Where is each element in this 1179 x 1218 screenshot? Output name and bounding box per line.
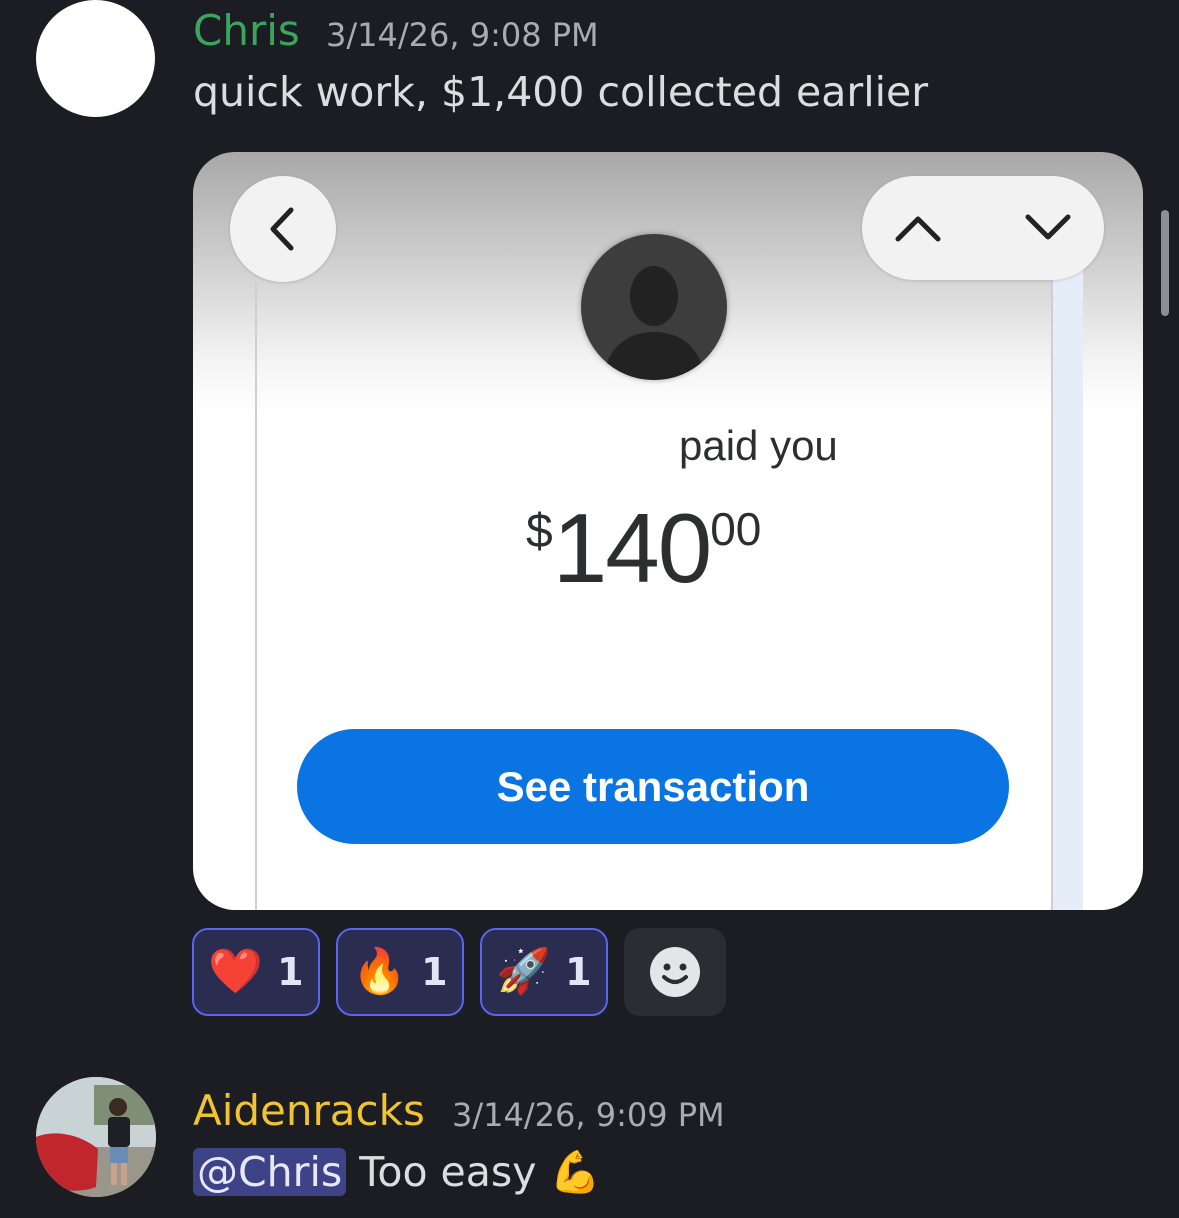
chevron-up-icon[interactable] bbox=[892, 202, 944, 254]
payer-profile-icon bbox=[581, 234, 727, 380]
paid-you-text: paid you bbox=[679, 422, 838, 469]
add-reaction-button[interactable] bbox=[624, 928, 726, 1016]
message-chris: Chris 3/14/26, 9:08 PM quick work, $1,40… bbox=[0, 0, 1179, 1030]
message-text: quick work, $1,400 collected earlier bbox=[193, 68, 929, 116]
heart-icon: ❤️ bbox=[208, 946, 264, 997]
timestamp: 3/14/26, 9:09 PM bbox=[452, 1096, 725, 1134]
chevron-down-icon[interactable] bbox=[1022, 202, 1074, 254]
message-aidenracks: Aidenracks 3/14/26, 9:09 PM @Chris Too e… bbox=[0, 1060, 1179, 1218]
reaction-heart[interactable]: ❤️ 1 bbox=[192, 928, 320, 1016]
chevron-left-icon bbox=[270, 207, 294, 251]
scrollbar[interactable] bbox=[1161, 210, 1169, 316]
username[interactable]: Aidenracks bbox=[193, 1086, 425, 1135]
back-button[interactable] bbox=[230, 176, 336, 282]
user-mention[interactable]: @Chris bbox=[193, 1148, 347, 1196]
smiley-icon bbox=[650, 947, 700, 997]
see-transaction-button[interactable]: See transaction bbox=[297, 729, 1009, 844]
user-avatar[interactable] bbox=[36, 1077, 156, 1197]
reaction-fire[interactable]: 🔥 1 bbox=[336, 928, 464, 1016]
username[interactable]: Chris bbox=[193, 6, 300, 55]
fire-icon: 🔥 bbox=[352, 946, 408, 997]
timestamp: 3/14/26, 9:08 PM bbox=[326, 16, 599, 54]
reaction-count: 1 bbox=[277, 950, 304, 994]
reaction-rocket[interactable]: 🚀 1 bbox=[480, 928, 608, 1016]
up-down-nav bbox=[862, 176, 1104, 280]
payment-amount: $14000 bbox=[526, 493, 762, 603]
image-attachment[interactable]: paid you $14000 See transaction bbox=[193, 152, 1143, 910]
reaction-count: 1 bbox=[565, 950, 592, 994]
message-body: Too easy bbox=[359, 1148, 537, 1196]
reaction-count: 1 bbox=[421, 950, 448, 994]
user-avatar[interactable] bbox=[36, 0, 155, 117]
flexed-biceps-icon: 💪 bbox=[549, 1148, 601, 1196]
card-edge bbox=[1053, 262, 1083, 910]
rocket-icon: 🚀 bbox=[496, 946, 552, 997]
message-text: @Chris Too easy 💪 bbox=[193, 1148, 601, 1197]
